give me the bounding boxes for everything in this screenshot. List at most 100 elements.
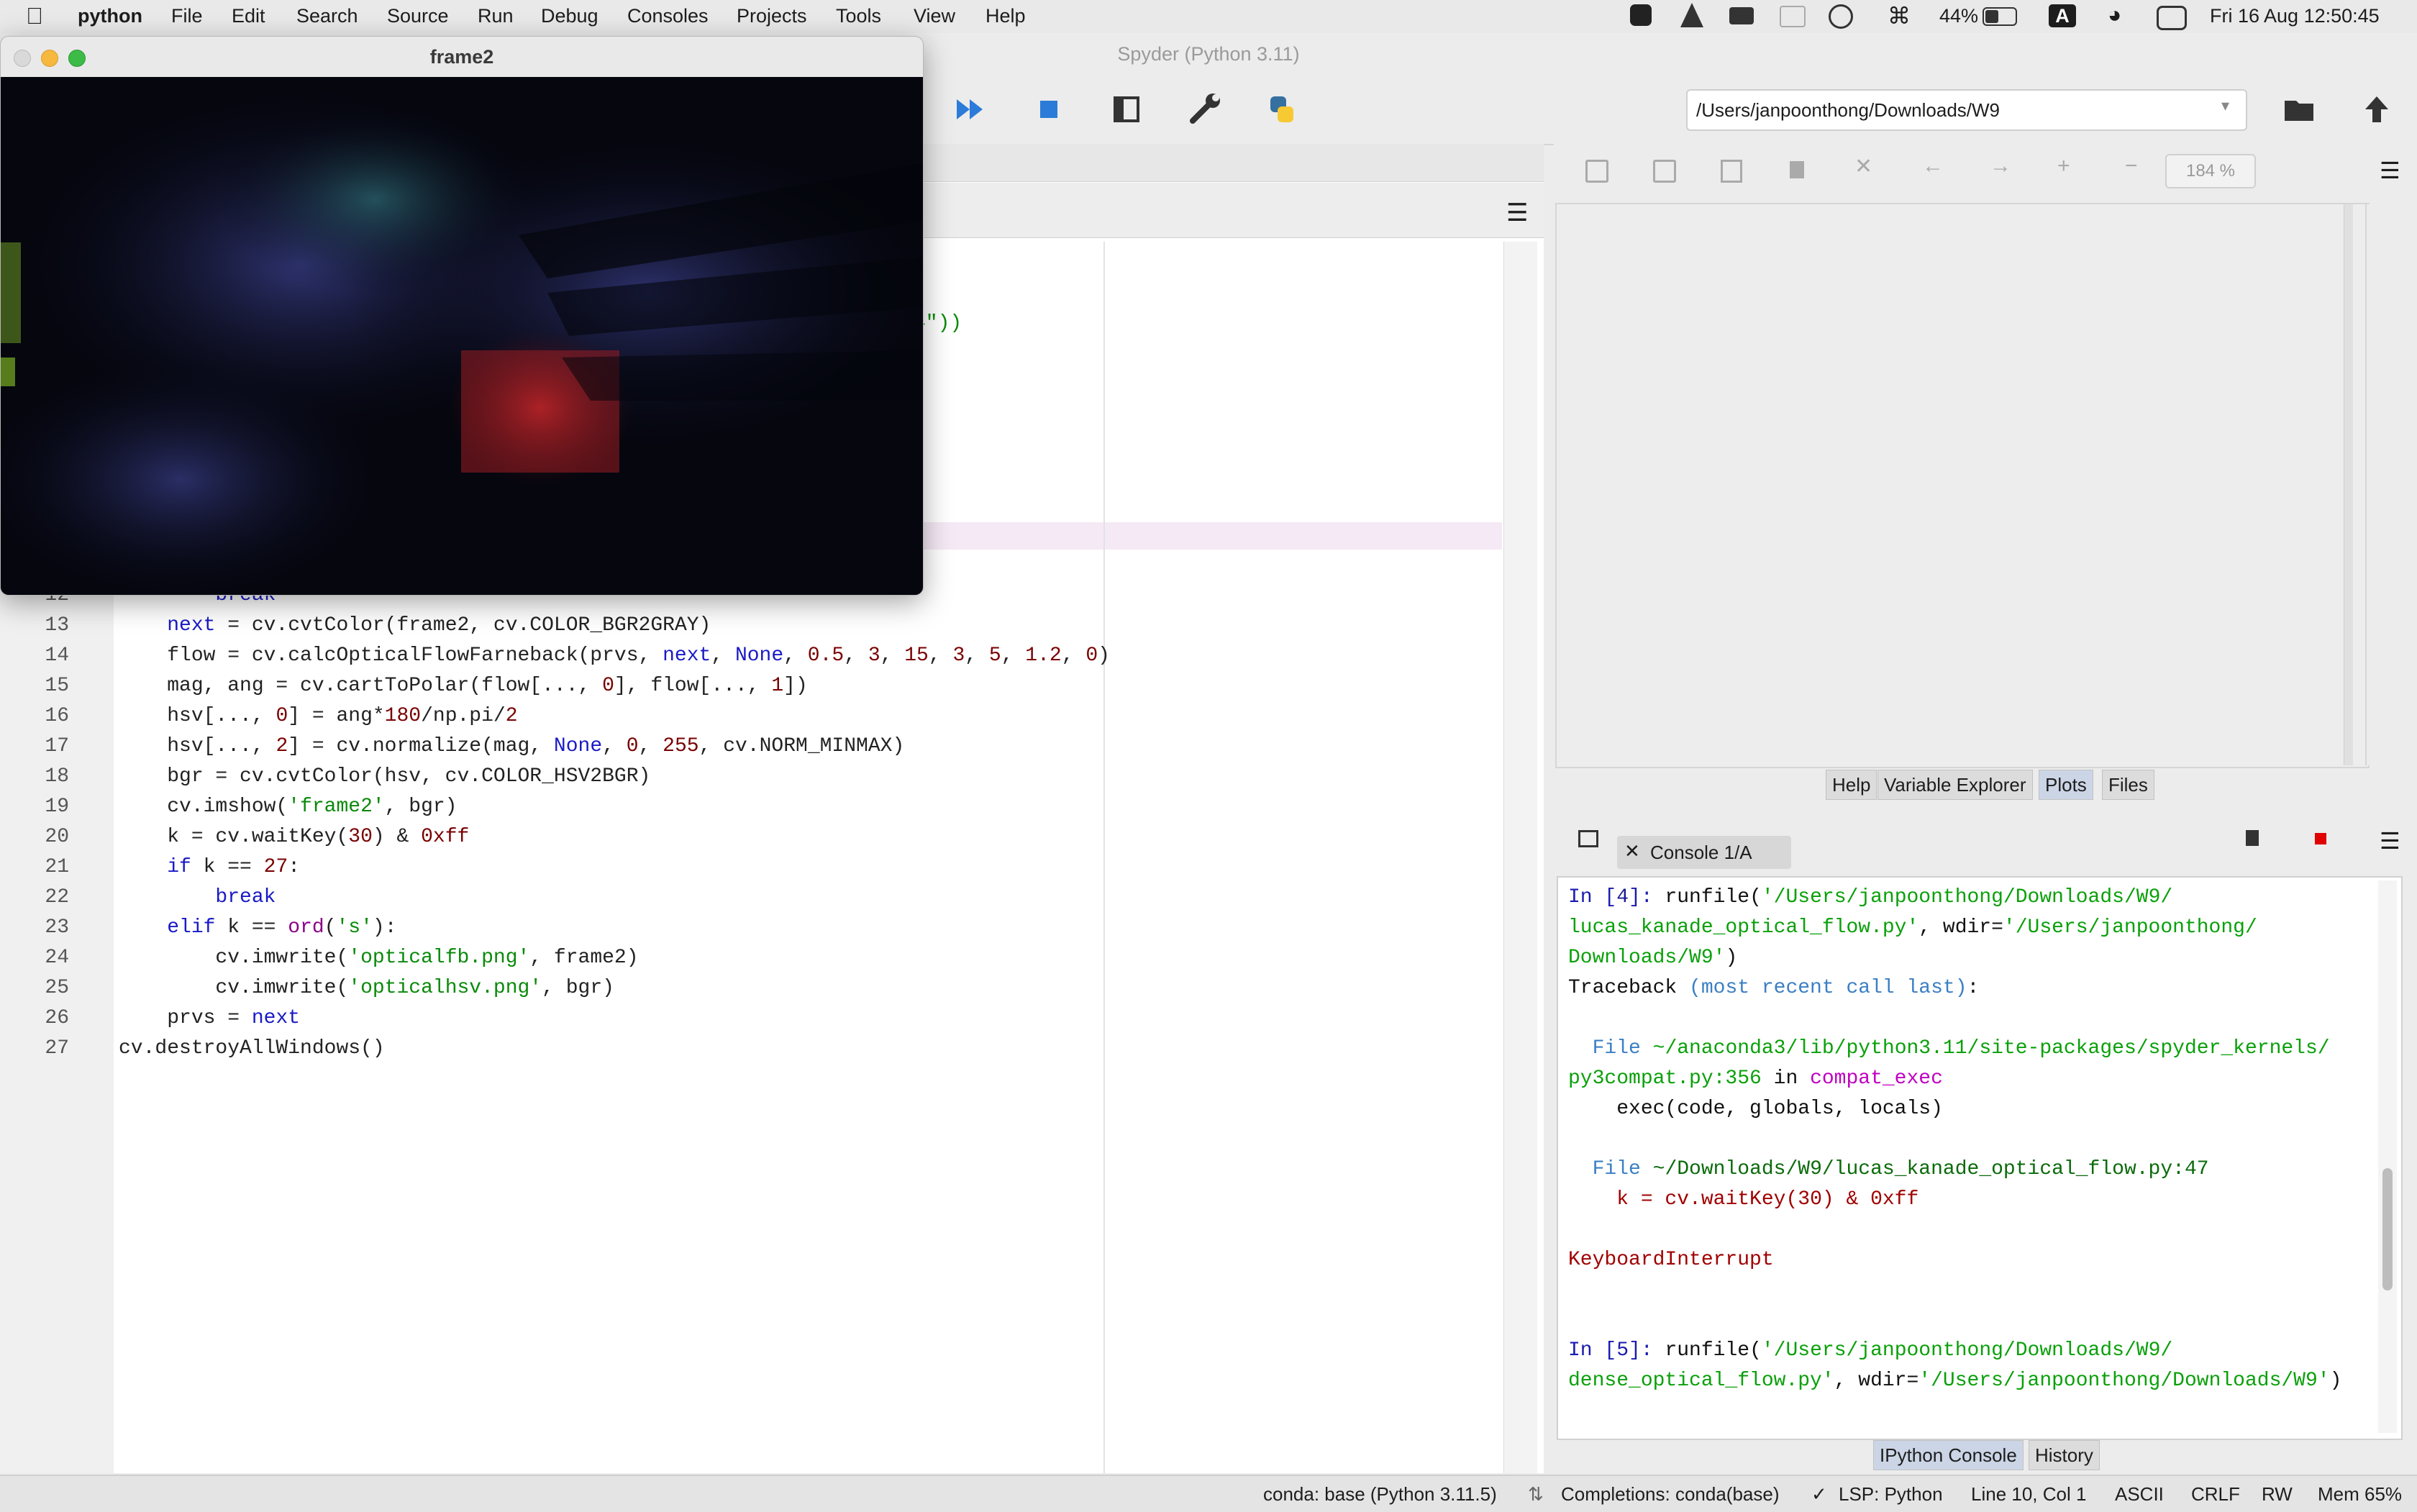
parent-directory-arrow-icon[interactable] <box>2355 88 2398 131</box>
remove-all-plots-icon[interactable]: ✕ <box>1854 154 1872 179</box>
code-line[interactable]: hsv[..., 2] = cv.normalize(mag, None, 0,… <box>119 735 904 757</box>
zoom-in-icon[interactable]: + <box>2057 154 2070 178</box>
status-encoding: ASCII <box>2115 1483 2164 1505</box>
code-line[interactable]: hsv[..., 0] = ang*180/np.pi/2 <box>119 705 517 727</box>
status-lsp[interactable]: LSP: Python <box>1839 1483 1943 1506</box>
interrupt-kernel-icon[interactable] <box>2315 833 2326 844</box>
close-window-icon[interactable] <box>14 50 31 67</box>
console-line: In [5]: runfile('/Users/janpoonthong/Dow… <box>1568 1339 2173 1362</box>
menu-edit[interactable]: Edit <box>232 5 265 27</box>
console-output[interactable]: In [4]: runfile('/Users/janpoonthong/Dow… <box>1557 876 2403 1440</box>
wifi-icon[interactable]: ◕ <box>2108 1 2121 28</box>
code-line[interactable]: cv.imwrite('opticalhsv.png', bgr) <box>119 977 614 999</box>
menu-view[interactable]: View <box>914 5 955 27</box>
editor-scrollbar[interactable] <box>1503 242 1537 1473</box>
delete-plot-icon[interactable] <box>1790 161 1804 178</box>
console-scrollbar-thumb[interactable] <box>2382 1168 2393 1290</box>
browse-tabs-icon[interactable] <box>1578 830 1598 847</box>
code-line[interactable]: cv.imwrite('opticalfb.png', frame2) <box>119 947 638 969</box>
keyboard-icon[interactable] <box>1729 7 1754 24</box>
line-number: 22 <box>45 886 69 908</box>
tab-plots[interactable]: Plots <box>2039 770 2093 800</box>
menu-source[interactable]: Source <box>387 5 449 27</box>
menu-help[interactable]: Help <box>986 5 1026 27</box>
code-line[interactable]: flow = cv.calcOpticalFlowFarneback(prvs,… <box>119 645 1110 667</box>
tab-history[interactable]: History <box>2029 1440 2100 1470</box>
console-line: File ~/Downloads/W9/lucas_kanade_optical… <box>1592 1158 2209 1180</box>
code-line[interactable]: cv.imshow('frame2', bgr) <box>119 796 457 818</box>
status-conda-env[interactable]: conda: base (Python 3.11.5) <box>1263 1483 1497 1506</box>
plots-options-menu-icon[interactable]: ☰ <box>2380 157 2400 184</box>
working-directory-field[interactable]: /Users/janpoonthong/Downloads/W9 ▾ <box>1686 89 2247 131</box>
vlc-icon[interactable] <box>1680 3 1703 27</box>
code-line[interactable]: k = cv.waitKey(30) & 0xff <box>119 826 469 848</box>
time-machine-icon[interactable] <box>1829 4 1853 29</box>
code-line[interactable]: cv.destroyAllWindows() <box>119 1037 385 1060</box>
editor-options-menu-icon[interactable]: ☰ <box>1506 199 1528 227</box>
line-number: 14 <box>45 645 69 667</box>
frame2-title[interactable]: frame2 <box>1 37 923 77</box>
folder-open-icon[interactable] <box>2277 88 2321 131</box>
status-completions[interactable]: Completions: conda(base) <box>1561 1483 1780 1506</box>
console-options-menu-icon[interactable]: ☰ <box>2380 827 2400 855</box>
menu-file[interactable]: File <box>171 5 203 27</box>
previous-plot-arrow-icon[interactable]: ← <box>1922 154 1944 178</box>
console-tab-label: Console 1/A <box>1650 842 1752 863</box>
control-center-icon[interactable] <box>2157 6 2187 30</box>
battery-icon[interactable] <box>1983 7 2017 26</box>
menu-datetime[interactable]: Fri 16 Aug 12:50:45 <box>2210 5 2380 27</box>
status-memory: Mem 65% <box>2318 1483 2403 1505</box>
zoom-out-icon[interactable]: − <box>2125 154 2138 178</box>
menu-run[interactable]: Run <box>478 5 514 27</box>
code-line[interactable]: bgr = cv.cvtColor(hsv, cv.COLOR_HSV2BGR) <box>119 765 650 788</box>
frame2-window[interactable]: frame2 <box>0 36 924 596</box>
plots-toolbar <box>1554 144 2417 199</box>
tab-variable-explorer[interactable]: Variable Explorer <box>1877 770 2033 800</box>
console-line: File ~/anaconda3/lib/python3.11/site-pac… <box>1592 1037 2330 1060</box>
menu-search[interactable]: Search <box>296 5 358 27</box>
command-icon[interactable]: ⌘ <box>1888 2 1911 29</box>
preferences-wrench-icon[interactable] <box>1183 88 1226 131</box>
menu-app-name[interactable]: python <box>78 5 142 27</box>
console-tab[interactable]: ✕ Console 1/A <box>1617 836 1791 869</box>
menu-consoles[interactable]: Consoles <box>627 5 709 27</box>
save-all-plots-icon[interactable] <box>1653 160 1676 183</box>
menu-tools[interactable]: Tools <box>836 5 881 27</box>
minimize-window-icon[interactable] <box>41 50 58 67</box>
line-number: 23 <box>45 916 69 939</box>
checkmark-app-icon[interactable] <box>1630 4 1652 26</box>
tab-help[interactable]: Help <box>1826 770 1877 800</box>
chevron-down-icon[interactable]: ▾ <box>2221 96 2229 115</box>
input-source-icon[interactable]: A <box>2049 4 2076 27</box>
line-number: 13 <box>45 614 69 637</box>
run-cell-advance-button[interactable] <box>950 88 993 131</box>
next-plot-arrow-icon[interactable]: → <box>1990 154 2011 178</box>
plot-splitter[interactable] <box>2344 204 2353 765</box>
menu-projects[interactable]: Projects <box>737 5 807 27</box>
python-path-icon[interactable] <box>1260 88 1303 131</box>
thumbnail-strip[interactable] <box>2365 204 2414 765</box>
screen-mirror-icon[interactable] <box>1780 6 1806 27</box>
tab-ipython-console[interactable]: IPython Console <box>1873 1440 2024 1470</box>
copy-plot-icon[interactable] <box>1721 160 1742 183</box>
clear-console-trash-icon[interactable] <box>2246 830 2259 846</box>
code-line[interactable]: mag, ang = cv.cartToPolar(flow[..., 0], … <box>119 675 808 697</box>
code-line[interactable]: next = cv.cvtColor(frame2, cv.COLOR_BGR2… <box>119 614 711 637</box>
menu-debug[interactable]: Debug <box>541 5 598 27</box>
line-number: 27 <box>45 1037 69 1060</box>
close-tab-icon[interactable]: ✕ <box>1624 840 1640 862</box>
apple-icon[interactable]:  <box>26 3 43 29</box>
code-line[interactable]: elif k == ord('s'): <box>119 916 396 939</box>
code-line[interactable]: break <box>119 886 276 908</box>
console-scrollbar[interactable] <box>2378 880 2397 1433</box>
maximize-pane-icon[interactable] <box>1105 88 1148 131</box>
code-line[interactable]: prvs = next <box>119 1007 300 1029</box>
stop-button[interactable] <box>1027 88 1070 131</box>
lsp-check-icon: ✓ <box>1811 1483 1827 1505</box>
console-line: In [4]: runfile('/Users/janpoonthong/Dow… <box>1568 886 2173 908</box>
tab-files[interactable]: Files <box>2102 770 2154 800</box>
save-plot-icon[interactable] <box>1585 160 1608 183</box>
zoom-level-field[interactable]: 184 % <box>2165 154 2256 188</box>
code-line[interactable]: if k == 27: <box>119 856 300 878</box>
zoom-window-icon[interactable] <box>68 50 86 67</box>
